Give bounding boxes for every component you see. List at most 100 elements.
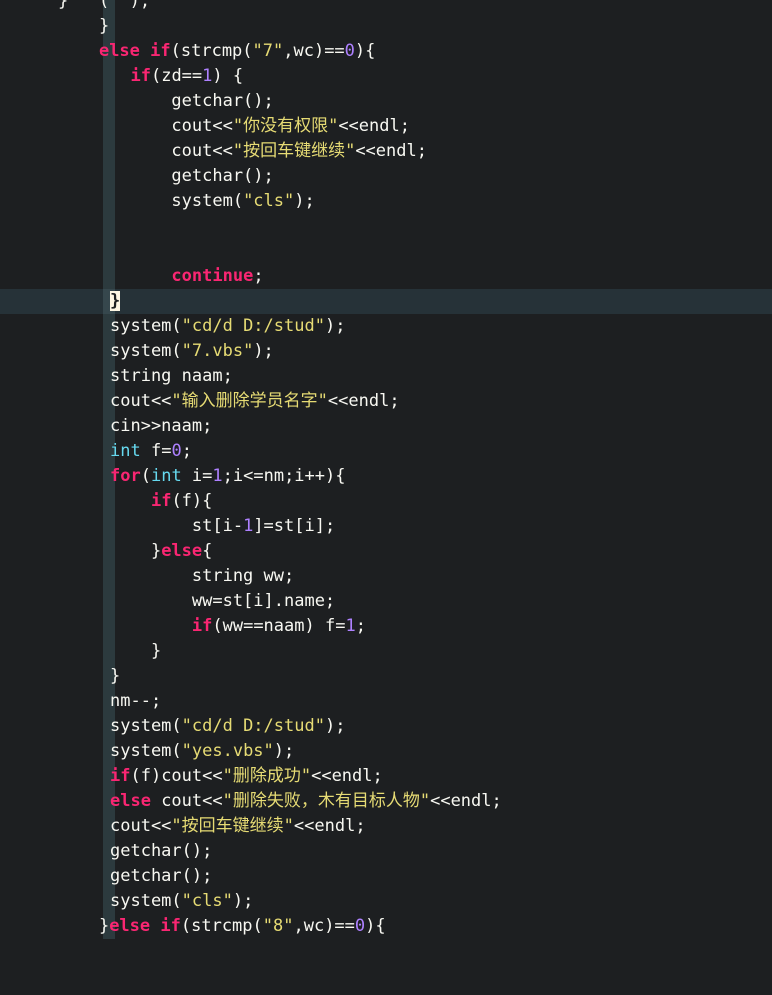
code-line[interactable]: nm--; (0, 689, 772, 714)
code-line[interactable]: int f=0; (0, 439, 772, 464)
code-line-text: if(ww==naam) f=1; (108, 614, 772, 639)
code-line[interactable]: } (0, 639, 772, 664)
code-token-pln (110, 266, 171, 286)
code-token-pln: getchar(); (110, 841, 213, 861)
code-editor[interactable]: } ( ); } else if(strcmp("7",wc)==0){ if(… (0, 0, 772, 995)
code-line[interactable]: if(f)cout<<"删除成功"<<endl; (0, 764, 772, 789)
code-line[interactable]: getchar(); (0, 839, 772, 864)
code-token-kw: continue (171, 266, 254, 286)
code-line[interactable]: system("yes.vbs"); (0, 739, 772, 764)
code-line[interactable]: cin>>naam; (0, 414, 772, 439)
code-token-pln: getchar(); (110, 166, 274, 186)
code-token-pln: } (110, 541, 162, 561)
code-line-text: st[i-1]=st[i]; (108, 514, 772, 539)
code-line[interactable]: } ( ); (0, 0, 772, 14)
code-line[interactable]: else if(strcmp("7",wc)==0){ (0, 39, 772, 64)
code-token-pln: (ww==naam) f= (212, 616, 346, 636)
code-line[interactable]: } (0, 14, 772, 39)
code-line-text: system("cls"); (108, 189, 772, 214)
code-line[interactable]: getchar(); (0, 89, 772, 114)
code-line-text: system("cls"); (108, 889, 772, 914)
code-token-pln: nm--; (110, 691, 162, 711)
code-line-text: getchar(); (108, 89, 772, 114)
code-token-pln: string ww; (110, 566, 295, 586)
code-token-pln: ( (68, 0, 110, 11)
code-line[interactable]: cout<<"按回车键继续"<<endl; (0, 814, 772, 839)
code-line[interactable]: continue; (0, 264, 772, 289)
code-line-text: int f=0; (108, 439, 772, 464)
code-line-text: cin>>naam; (108, 414, 772, 439)
code-token-pln: ; (253, 266, 264, 286)
code-token-kw: if (110, 766, 131, 786)
code-token-num: 1 (345, 616, 356, 636)
code-token-pln (140, 41, 150, 61)
code-token-kw: if (130, 66, 151, 86)
code-line[interactable]: cout<<"输入删除学员名字"<<endl; (0, 389, 772, 414)
code-line-text: } (108, 639, 772, 664)
code-line-text: getchar(); (108, 839, 772, 864)
code-line[interactable]: st[i-1]=st[i]; (0, 514, 772, 539)
code-token-pln: cout<< (110, 116, 233, 136)
code-token-pln: cout<< (110, 391, 172, 411)
code-line[interactable] (0, 239, 772, 264)
code-token-pln: ; (181, 441, 192, 461)
code-line[interactable]: getchar(); (0, 164, 772, 189)
code-token-num: 0 (354, 916, 366, 936)
code-token-num: 1 (243, 516, 254, 536)
code-line[interactable]: cout<<"你没有权限"<<endl; (0, 114, 772, 139)
code-line[interactable]: else cout<<"删除失败，木有目标人物"<<endl; (0, 789, 772, 814)
code-line[interactable]: system("cd/d D:/stud"); (0, 714, 772, 739)
code-token-pln (110, 491, 151, 511)
code-line[interactable]: system("cls"); (0, 189, 772, 214)
code-line[interactable]: system("7.vbs"); (0, 339, 772, 364)
code-line[interactable]: if(f){ (0, 489, 772, 514)
code-line[interactable]: for(int i=1;i<=nm;i++){ (0, 464, 772, 489)
code-line-text: cout<<"你没有权限"<<endl; (108, 114, 772, 139)
code-line-text: ww=st[i].name; (108, 589, 772, 614)
code-token-pln (58, 41, 99, 61)
code-line[interactable]: if(ww==naam) f=1; (0, 614, 772, 639)
code-line[interactable] (0, 214, 772, 239)
code-token-pln: (strcmp( (170, 41, 253, 61)
code-token-pln: ){ (365, 916, 386, 936)
code-token-num: 0 (171, 441, 182, 461)
code-token-pln (150, 916, 160, 936)
code-token-kw: else (98, 41, 140, 61)
code-line[interactable]: }else if(strcmp("8",wc)==0){ (0, 914, 772, 939)
code-line[interactable]: ww=st[i].name; (0, 589, 772, 614)
code-token-typ: int (150, 466, 182, 486)
code-token-pln: ( (140, 466, 151, 486)
code-line[interactable]: cout<<"按回车键继续"<<endl; (0, 139, 772, 164)
code-token-kw: if (191, 616, 213, 636)
code-token-str: "cls" (181, 891, 233, 911)
code-line[interactable]: if(zd==1) { (0, 64, 772, 89)
code-line-text: }else{ (108, 539, 772, 564)
code-line-text: if(f)cout<<"删除成功"<<endl; (108, 764, 772, 789)
code-token-pln: ); (324, 716, 346, 736)
code-token-pln: ,wc)== (283, 41, 345, 61)
code-token-pln: getchar(); (110, 91, 274, 111)
code-token-kw: else (110, 791, 151, 811)
code-token-kw: if (150, 41, 171, 61)
code-token-pln: cout<< (150, 791, 223, 811)
code-token-pln: } (110, 666, 121, 686)
code-token-str: "你没有权限" (232, 116, 339, 136)
code-line[interactable]: system("cd/d D:/stud"); (0, 314, 772, 339)
code-line[interactable]: string naam; (0, 364, 772, 389)
code-token-str: "删除成功" (222, 766, 312, 786)
code-line-text: } (108, 289, 772, 314)
code-line[interactable]: } (0, 289, 772, 314)
code-surface[interactable]: } ( ); } else if(strcmp("7",wc)==0){ if(… (0, 0, 772, 939)
code-token-str: "yes.vbs" (181, 741, 274, 761)
code-line[interactable]: string ww; (0, 564, 772, 589)
code-token-pln: } (58, 916, 110, 936)
code-line[interactable]: } (0, 664, 772, 689)
code-line[interactable]: system("cls"); (0, 889, 772, 914)
code-line-text: cout<<"按回车键继续"<<endl; (108, 139, 772, 164)
code-token-kw: else (161, 541, 203, 561)
code-line-text: system("yes.vbs"); (108, 739, 772, 764)
code-line-text: cout<<"输入删除学员名字"<<endl; (108, 389, 772, 414)
code-line[interactable]: getchar(); (0, 864, 772, 889)
code-line[interactable]: }else{ (0, 539, 772, 564)
code-token-pln: ) { (212, 66, 244, 86)
